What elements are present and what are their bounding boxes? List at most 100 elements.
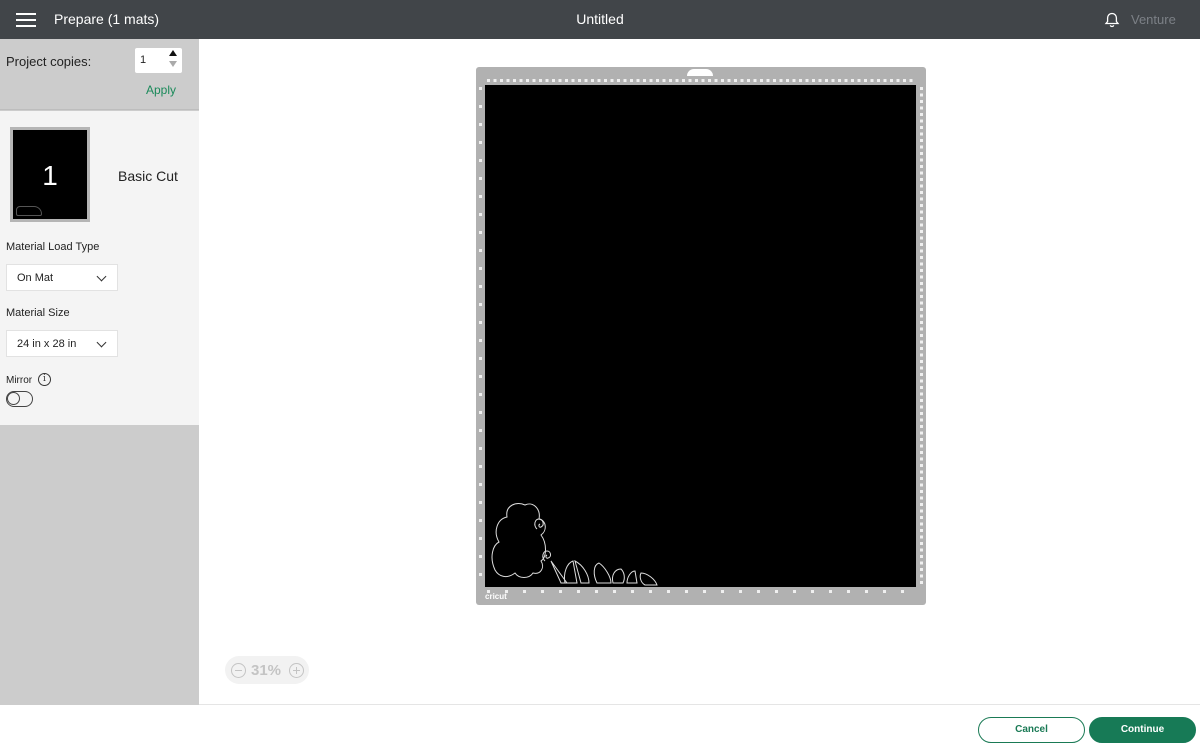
project-copies-value[interactable]: 1 [140,54,146,66]
ruler-tick [883,79,887,82]
ruler-tick [703,590,706,593]
ruler-tick [597,79,601,82]
ruler-tick [920,451,923,454]
ruler-tick [811,590,814,593]
ruler-tick [479,573,482,576]
ruler-tick [890,79,893,82]
ruler-tick [920,548,923,552]
ruler-tick [805,79,809,82]
ruler-tick [532,79,536,82]
swirl-shape [534,518,544,530]
ruler-tick [920,119,923,123]
zoom-out-icon[interactable] [231,663,246,678]
ruler-tick [630,79,633,82]
ruler-tick [920,113,923,116]
material-load-type-select[interactable]: On Mat [6,264,118,291]
apply-button[interactable]: Apply [146,83,176,97]
project-copies-input[interactable]: 1 [135,48,182,73]
chevron-down-icon [96,271,107,282]
increment-arrow-icon[interactable] [169,50,177,56]
ruler-tick [920,243,923,246]
info-icon[interactable]: i [38,373,51,386]
petal-shape [593,562,612,584]
ruler-tick [920,483,923,487]
decrement-arrow-icon[interactable] [169,61,177,67]
ruler-tick [479,195,482,198]
mat-design-preview [16,206,42,216]
ruler-tick [479,267,482,270]
canvas-area: cricut 31% [199,39,1200,705]
ruler-tick [479,87,482,90]
ruler-tick [734,79,737,82]
ruler-tick [920,301,923,305]
ruler-tick [909,79,913,82]
ruler-tick [786,79,789,82]
mat-thumbnail[interactable]: 1 [10,127,90,222]
ruler-tick [920,568,923,571]
ruler-tick [649,79,653,82]
ruler-tick [920,308,923,311]
ruler-tick [552,79,555,82]
ruler-tick [793,590,796,593]
ruler-tick [479,465,482,468]
ruler-tick [920,470,923,474]
ruler-tick [920,139,923,142]
continue-button[interactable]: Continue [1089,717,1196,743]
ruler-tick [920,217,923,220]
ruler-tick [669,79,672,82]
ruler-tick [920,158,923,162]
mirror-label: Mirror [6,375,33,386]
ruler-tick [920,171,923,175]
ruler-tick [818,79,822,82]
ruler-tick [883,590,886,593]
ruler-tick [584,79,588,82]
ruler-tick [479,123,482,126]
ruler-tick [920,295,923,298]
ruler-tick [920,477,923,480]
ruler-tick [838,79,841,82]
zoom-level: 31% [251,662,282,679]
ruler-tick [479,321,482,324]
ruler-tick [920,522,923,526]
ruler-bottom [487,590,904,593]
ruler-tick [479,303,482,306]
ruler-tick [779,79,783,82]
ruler-tick [617,79,620,82]
ruler-tick [920,509,923,513]
mirror-toggle[interactable] [6,391,33,407]
ruler-tick [519,79,523,82]
material-size-select[interactable]: 24 in x 28 in [6,330,118,357]
ruler-tick [920,87,923,90]
ruler-right [920,87,923,584]
ruler-tick [920,392,923,396]
cancel-button[interactable]: Cancel [978,717,1085,743]
bell-icon[interactable] [1103,11,1121,29]
ruler-tick [479,285,482,288]
ruler-tick [682,79,685,82]
ruler-tick [695,79,698,82]
ruler-tick [623,79,627,82]
zoom-in-icon[interactable] [289,663,304,678]
ruler-tick [578,79,581,82]
page-title: Prepare (1 mats) [54,11,160,27]
machine-name[interactable]: Venture [1131,12,1176,27]
ruler-tick [721,590,724,593]
ruler-tick [479,339,482,342]
ruler-tick [577,590,580,593]
ruler-tick [920,106,923,110]
ruler-tick [506,79,510,82]
ruler-tick [920,262,923,266]
ruler-tick [920,386,923,389]
ruler-tick [877,79,880,82]
zoom-control: 31% [225,656,309,684]
ruler-tick [479,447,482,450]
ruler-tick [740,79,744,82]
ruler-tick [920,529,923,532]
ruler-tick [920,334,923,337]
design-shapes[interactable] [485,487,665,587]
ruler-left [479,87,482,576]
hamburger-menu-icon[interactable] [16,13,36,27]
mat-settings-panel: 1 Basic Cut Material Load Type On Mat Ma… [0,111,199,425]
ruler-tick [920,464,923,467]
ruler-tick [479,141,482,144]
